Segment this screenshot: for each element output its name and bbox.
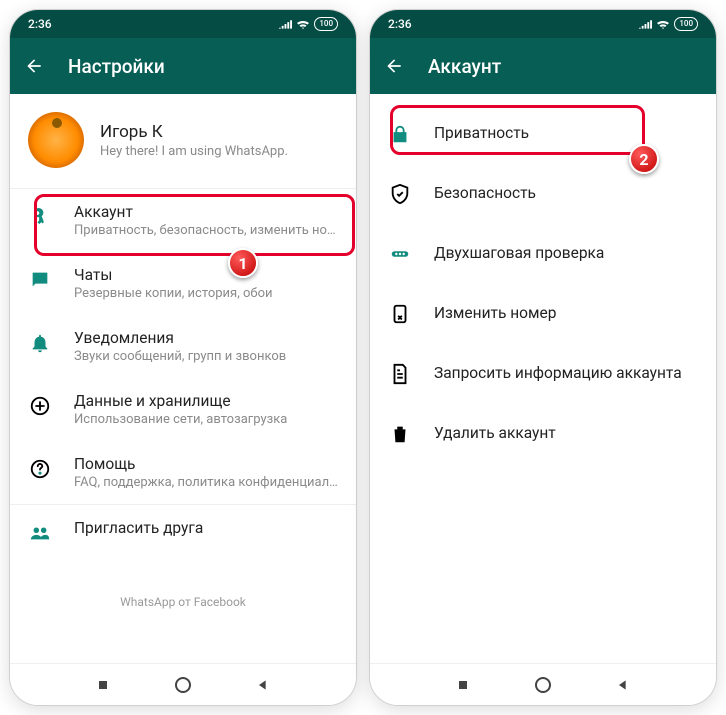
signal-icon xyxy=(638,19,652,29)
avatar xyxy=(28,112,84,168)
people-icon xyxy=(28,521,52,545)
nav-home-icon[interactable] xyxy=(535,677,551,693)
item-title: Аккаунт xyxy=(74,203,338,221)
item-sub: Резервные копии, история, обои xyxy=(74,286,338,301)
item-title: Запросить информацию аккаунта xyxy=(434,364,682,382)
trash-icon xyxy=(388,422,412,446)
signal-icon xyxy=(278,19,292,29)
item-title: Двухшаговая проверка xyxy=(434,244,604,262)
chat-icon xyxy=(28,268,52,292)
status-time: 2:36 xyxy=(28,17,52,31)
wifi-icon xyxy=(656,19,670,29)
doc-icon xyxy=(388,362,412,386)
item-title: Изменить номер xyxy=(434,304,556,322)
account-item-privacy[interactable]: Приватность xyxy=(370,104,716,164)
status-bar: 2:36 100 xyxy=(370,10,716,38)
android-navbar xyxy=(370,663,716,705)
item-title: Безопасность xyxy=(434,184,536,202)
item-sub: Использование сети, автозагрузка xyxy=(74,412,338,427)
nav-back-icon[interactable] xyxy=(255,677,271,693)
settings-item-invite[interactable]: Пригласить друга xyxy=(10,505,356,559)
nav-recent-icon[interactable] xyxy=(455,677,471,693)
item-sub: Звуки сообщений, групп и звонков xyxy=(74,349,338,364)
item-title: Помощь xyxy=(74,455,338,473)
help-icon xyxy=(28,457,52,481)
account-item-security[interactable]: Безопасность xyxy=(370,164,716,224)
item-title: Уведомления xyxy=(74,329,338,347)
data-icon xyxy=(28,394,52,418)
app-bar: Аккаунт xyxy=(370,38,716,94)
wifi-icon xyxy=(296,19,310,29)
item-title: Данные и хранилище xyxy=(74,392,338,410)
page-title: Аккаунт xyxy=(428,55,501,78)
phone-settings: 2:36 100 Настройки Игорь К Hey there! I … xyxy=(10,10,356,705)
settings-item-notifications[interactable]: Уведомления Звуки сообщений, групп и зво… xyxy=(10,315,356,378)
item-sub: FAQ, поддержка, политика конфиденциальн… xyxy=(74,475,338,490)
android-navbar xyxy=(10,663,356,705)
status-icons: 100 xyxy=(278,17,338,31)
profile-row[interactable]: Игорь К Hey there! I am using WhatsApp. xyxy=(10,94,356,188)
status-time: 2:36 xyxy=(388,17,412,31)
lock-icon xyxy=(388,122,412,146)
account-item-changenum[interactable]: Изменить номер xyxy=(370,284,716,344)
page-title: Настройки xyxy=(68,55,165,78)
status-icons: 100 xyxy=(638,17,698,31)
bell-icon xyxy=(28,331,52,355)
nav-back-icon[interactable] xyxy=(615,677,631,693)
item-title: Удалить аккаунт xyxy=(434,424,556,442)
battery-icon: 100 xyxy=(314,17,338,31)
nav-recent-icon[interactable] xyxy=(95,677,111,693)
profile-name: Игорь К xyxy=(100,122,338,142)
back-icon[interactable] xyxy=(24,56,44,76)
phone-account: 2:36 100 Аккаунт Приватность Безопасност… xyxy=(370,10,716,705)
settings-item-help[interactable]: Помощь FAQ, поддержка, политика конфиден… xyxy=(10,441,356,504)
dots-icon xyxy=(388,242,412,266)
sim-icon xyxy=(388,302,412,326)
item-title: Чаты xyxy=(74,266,338,284)
key-icon xyxy=(28,205,52,229)
settings-item-chats[interactable]: Чаты Резервные копии, история, обои xyxy=(10,252,356,315)
status-bar: 2:36 100 xyxy=(10,10,356,38)
back-icon[interactable] xyxy=(384,56,404,76)
battery-icon: 100 xyxy=(674,17,698,31)
account-content: Приватность Безопасность Двухшаговая про… xyxy=(370,94,716,663)
settings-item-data[interactable]: Данные и хранилище Использование сети, а… xyxy=(10,378,356,441)
footer-text: WhatsApp от Facebook xyxy=(10,559,356,625)
item-sub: Приватность, безопасность, изменить номе… xyxy=(74,223,338,238)
account-item-request[interactable]: Запросить информацию аккаунта xyxy=(370,344,716,404)
settings-item-account[interactable]: Аккаунт Приватность, безопасность, измен… xyxy=(10,189,356,252)
shield-icon xyxy=(388,182,412,206)
account-item-delete[interactable]: Удалить аккаунт xyxy=(370,404,716,464)
app-bar: Настройки xyxy=(10,38,356,94)
profile-status: Hey there! I am using WhatsApp. xyxy=(100,144,338,159)
item-title: Пригласить друга xyxy=(74,519,338,537)
item-title: Приватность xyxy=(434,124,529,142)
account-item-twostep[interactable]: Двухшаговая проверка xyxy=(370,224,716,284)
nav-home-icon[interactable] xyxy=(175,677,191,693)
settings-content: Игорь К Hey there! I am using WhatsApp. … xyxy=(10,94,356,663)
